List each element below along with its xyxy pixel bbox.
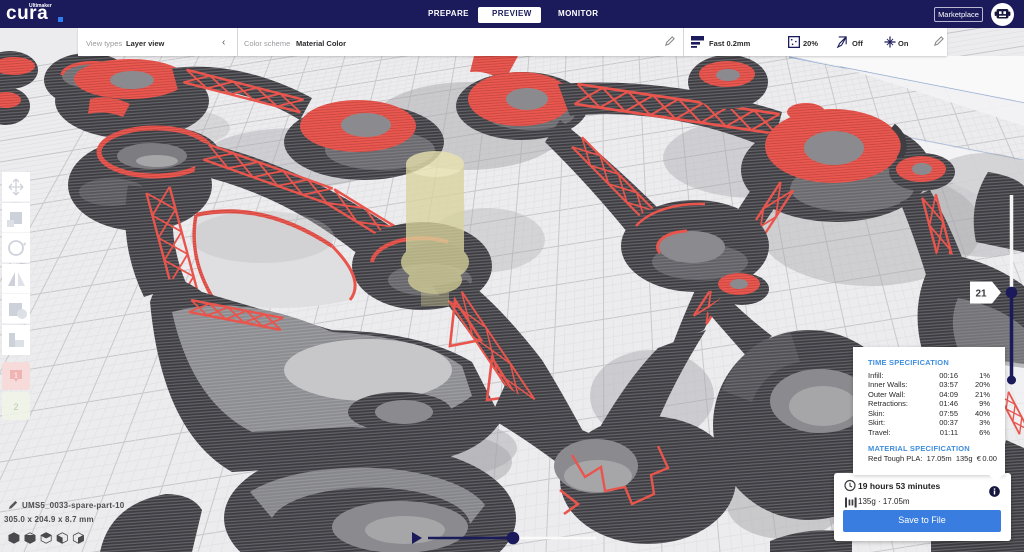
svg-text:2: 2 <box>13 402 18 412</box>
svg-text:21: 21 <box>975 289 987 300</box>
svg-text:1: 1 <box>14 373 18 380</box>
